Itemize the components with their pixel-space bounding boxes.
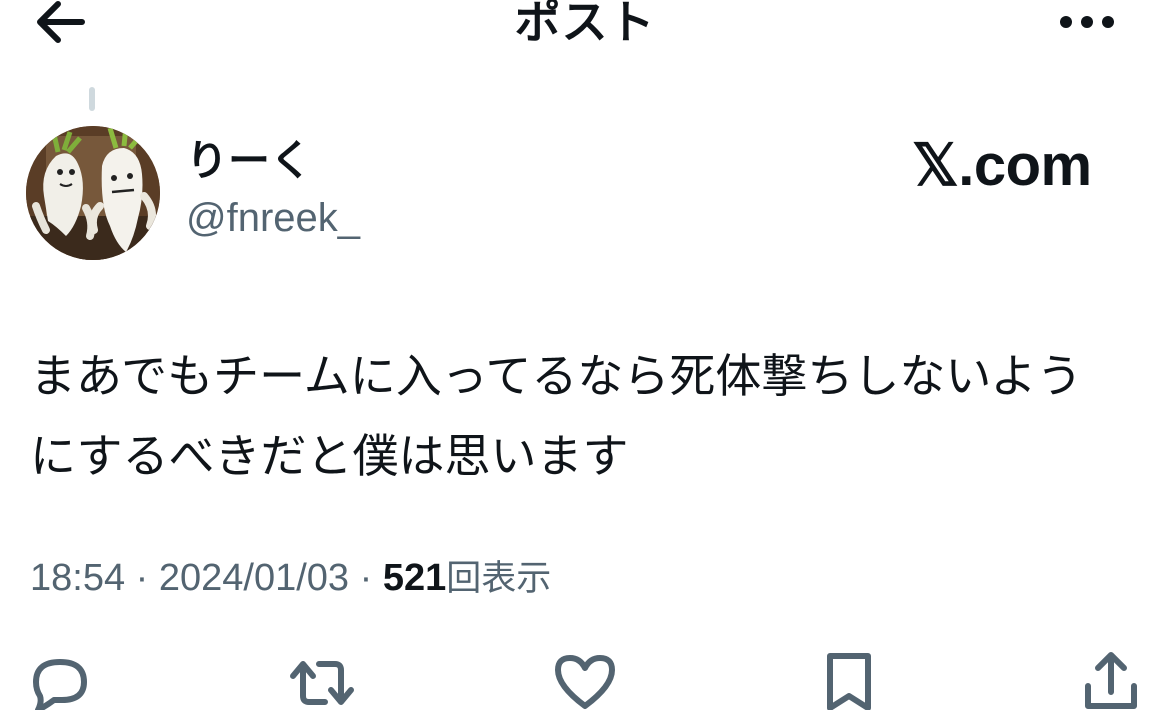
post-meta: 18:54 · 2024/01/03 · 521回表示: [30, 552, 551, 605]
post-text: まあでもチームに入ってるなら死体撃ちしないよう にするべきだと僕は思います: [30, 336, 1140, 496]
more-horizontal-icon: [1060, 16, 1114, 28]
like-button[interactable]: [550, 650, 620, 710]
post-text-line: にするべきだと僕は思います: [30, 429, 629, 483]
page-title: ポスト: [514, 0, 656, 49]
bookmark-button[interactable]: [814, 650, 884, 711]
more-options-button[interactable]: [1052, 0, 1122, 44]
repost-icon: [290, 661, 354, 705]
post-date: 2024/01/03: [158, 557, 350, 599]
post-time: 18:54: [30, 557, 126, 599]
meta-separator: ·: [349, 557, 383, 599]
reply-icon: [33, 659, 87, 713]
author-display-name[interactable]: りーく: [186, 136, 312, 186]
bookmark-icon: [827, 653, 871, 711]
share-icon: [1085, 652, 1137, 709]
heart-icon: [555, 655, 615, 709]
author-handle[interactable]: @fnreek_: [186, 194, 360, 242]
x-com-watermark: 𝕏.com: [912, 133, 1092, 198]
share-button[interactable]: [1076, 650, 1146, 710]
repost-button[interactable]: [287, 650, 357, 710]
reply-button[interactable]: [24, 650, 94, 713]
avatar-image: [26, 126, 160, 260]
meta-separator: ·: [125, 557, 159, 599]
views-count[interactable]: 521: [383, 557, 446, 599]
thread-connector-line: [89, 87, 95, 111]
views-label[interactable]: 回表示: [446, 559, 551, 599]
post-text-line: まあでもチームに入ってるなら死体撃ちしないよう: [30, 349, 1083, 403]
avatar[interactable]: [26, 126, 160, 260]
